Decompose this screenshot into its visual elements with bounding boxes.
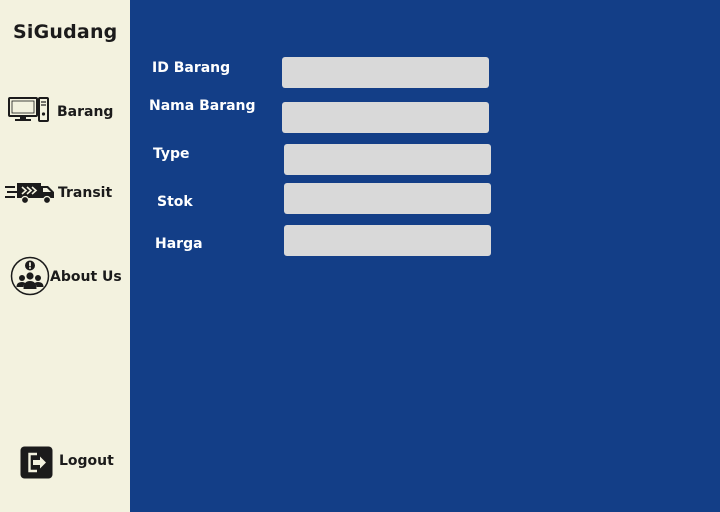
sidebar-item-about-us[interactable]: About Us (10, 256, 122, 296)
sidebar-item-barang[interactable]: Barang (6, 94, 118, 128)
logout-button[interactable]: Logout (20, 446, 120, 480)
nama-barang-input[interactable] (282, 102, 489, 133)
app-title: SiGudang (13, 21, 118, 43)
harga-input[interactable] (284, 225, 491, 256)
id-barang-input[interactable] (282, 57, 489, 88)
sidebar-item-transit[interactable]: Transit (4, 176, 118, 210)
delivery-truck-icon (4, 181, 56, 209)
sidebar-item-label: About Us (50, 269, 122, 285)
nama-barang-label: Nama Barang (149, 98, 256, 114)
sidebar-item-label: Barang (57, 104, 114, 120)
group-info-icon (10, 256, 50, 300)
logout-icon (20, 446, 53, 483)
type-input[interactable] (284, 144, 491, 175)
stok-input[interactable] (284, 183, 491, 214)
stok-label: Stok (157, 194, 193, 210)
logout-label: Logout (59, 453, 114, 469)
sidebar: SiGudang Barang Transit About Us Logout (0, 0, 130, 512)
computer-icon (8, 97, 50, 127)
type-label: Type (153, 146, 190, 162)
sidebar-item-label: Transit (58, 185, 113, 201)
harga-label: Harga (155, 236, 203, 252)
id-barang-label: ID Barang (152, 60, 231, 76)
